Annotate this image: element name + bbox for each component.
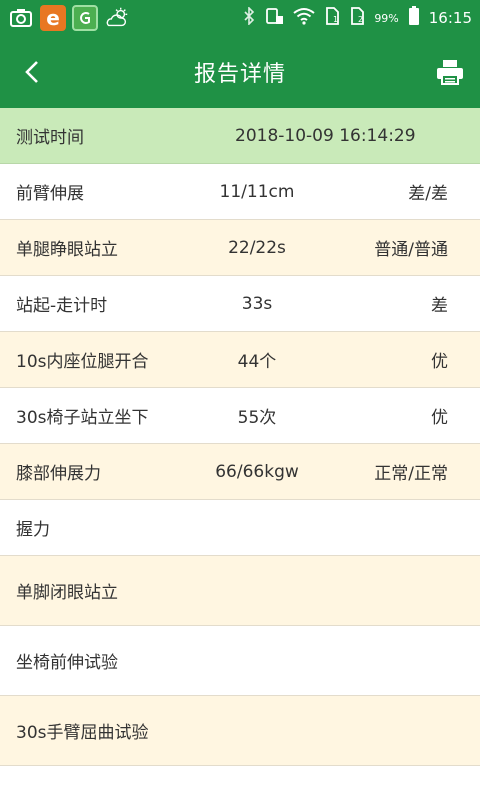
app-g-icon xyxy=(72,5,98,31)
result-row-single-leg-open-eyes: 单腿睁眼站立 22/22s 普通/普通 xyxy=(0,220,480,276)
result-row-timed-up-and-go: 站起-走计时 33s 差 xyxy=(0,276,480,332)
wifi-icon xyxy=(293,7,315,29)
weather-icon xyxy=(104,5,130,31)
result-name: 30s椅子站立坐下 xyxy=(16,408,149,428)
result-row-single-foot-closed-eyes: 单脚闭眼站立 xyxy=(0,556,480,626)
result-grade: 差/差 xyxy=(408,184,448,204)
result-name: 单脚闭眼站立 xyxy=(16,583,118,603)
result-name: 膝部伸展力 xyxy=(16,464,101,484)
result-grade: 正常/正常 xyxy=(374,464,448,484)
result-name: 30s手臂屈曲试验 xyxy=(16,723,149,743)
result-list: 前臂伸展 11/11cm 差/差 单腿睁眼站立 22/22s 普通/普通 站起-… xyxy=(0,164,480,766)
result-row-chair-stand: 30s椅子站立坐下 55次 优 xyxy=(0,388,480,444)
result-name: 前臂伸展 xyxy=(16,184,84,204)
result-row-chair-sit-and-reach: 坐椅前伸试验 xyxy=(0,626,480,696)
sim1-icon: 1 xyxy=(324,7,340,29)
result-value: 44个 xyxy=(237,352,277,372)
result-value: 55次 xyxy=(237,408,277,428)
status-clock: 16:15 xyxy=(428,9,472,27)
result-value xyxy=(170,626,344,695)
result-value: 66/66kgw xyxy=(215,461,299,482)
print-button[interactable] xyxy=(432,54,468,90)
result-value: 11/11cm xyxy=(219,181,295,202)
test-time-row: 测试时间 2018-10-09 16:14:29 xyxy=(0,108,480,164)
result-name: 站起-走计时 xyxy=(16,296,108,316)
result-row-knee-extension-strength: 膝部伸展力 66/66kgw 正常/正常 xyxy=(0,444,480,500)
page-title: 报告详情 xyxy=(193,62,286,87)
app-bar: 报告详情 xyxy=(0,36,480,108)
battery-percent: 99% xyxy=(374,11,399,25)
result-value xyxy=(170,556,344,625)
app-e-icon: e xyxy=(40,5,66,31)
result-grade: 优 xyxy=(431,408,448,428)
result-value: 33s xyxy=(241,293,273,314)
camera-icon xyxy=(8,5,34,31)
sim2-icon: 2 xyxy=(349,7,365,29)
result-name: 单腿睁眼站立 xyxy=(16,240,118,260)
bluetooth-icon xyxy=(243,6,255,29)
result-name: 握力 xyxy=(16,520,50,540)
svg-text:2: 2 xyxy=(358,15,363,24)
result-row-grip-strength: 握力 xyxy=(0,500,480,556)
chevron-left-icon xyxy=(25,61,38,83)
result-row-forearm-extension: 前臂伸展 11/11cm 差/差 xyxy=(0,164,480,220)
battery-icon xyxy=(408,6,420,30)
result-name: 10s内座位腿开合 xyxy=(16,352,149,372)
result-row-arm-curl: 30s手臂屈曲试验 xyxy=(0,696,480,766)
result-grade: 普通/普通 xyxy=(374,240,448,260)
result-row-seated-leg-open-close: 10s内座位腿开合 44个 优 xyxy=(0,332,480,388)
result-name: 坐椅前伸试验 xyxy=(16,653,118,673)
back-button[interactable] xyxy=(14,54,50,90)
result-grade: 差 xyxy=(431,296,448,316)
test-time-label: 测试时间 xyxy=(16,128,84,148)
printer-icon xyxy=(437,60,463,85)
result-value xyxy=(170,500,344,555)
result-value: 22/22s xyxy=(228,237,286,258)
result-value xyxy=(170,696,344,765)
vibrate-icon xyxy=(264,7,284,29)
test-time-value: 2018-10-09 16:14:29 xyxy=(235,125,416,146)
svg-text:1: 1 xyxy=(333,15,338,24)
status-bar: e 1 2 99% 16:15 xyxy=(0,0,480,36)
result-grade: 优 xyxy=(431,352,448,372)
